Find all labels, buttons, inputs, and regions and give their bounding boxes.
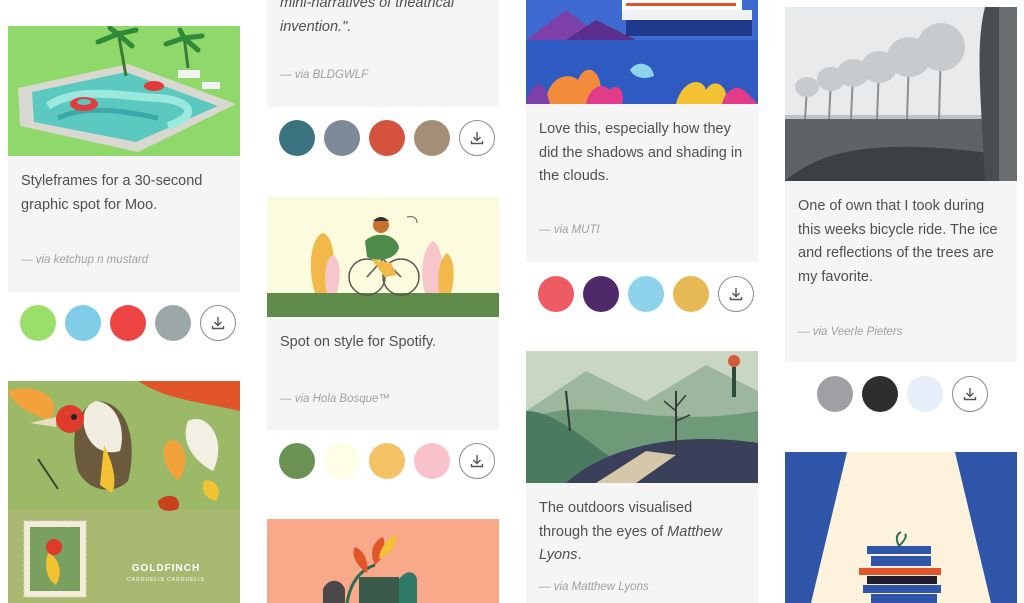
- card-description: Spot on style for Spotify.: [280, 334, 437, 350]
- card-image-books[interactable]: [785, 452, 1017, 603]
- color-swatch[interactable]: [538, 276, 574, 312]
- card-description: The outdoors visualised through the eyes…: [539, 497, 745, 568]
- card-image-goldfinch[interactable]: GOLDFINCH CARDUELIS CARDUELIS: [8, 381, 240, 603]
- card-description: Love this, especially how they did the s…: [539, 121, 743, 184]
- card-description: One of own that I took during this weeks…: [798, 198, 998, 285]
- inspiration-card-outdoors[interactable]: The outdoors visualised through the eyes…: [526, 351, 758, 603]
- goldfinch-subtitle: CARDUELIS CARDUELIS: [127, 577, 205, 583]
- color-swatch[interactable]: [279, 443, 315, 479]
- download-palette-button[interactable]: [718, 276, 754, 312]
- card-image-ship[interactable]: [526, 0, 758, 104]
- color-swatch[interactable]: [324, 443, 360, 479]
- color-swatch[interactable]: [862, 376, 898, 412]
- description-suffix: .: [577, 547, 582, 563]
- download-icon: [470, 132, 484, 145]
- color-swatch[interactable]: [628, 276, 664, 312]
- card-image-plant[interactable]: [267, 519, 499, 603]
- card-source[interactable]: — via MUTI: [539, 224, 600, 236]
- card-body: Styleframes for a 30-second graphic spot…: [8, 156, 240, 292]
- color-palette: [538, 275, 754, 313]
- inspiration-card-goldfinch[interactable]: GOLDFINCH CARDUELIS CARDUELIS: [8, 381, 240, 603]
- inspiration-card-books[interactable]: [785, 452, 1017, 603]
- inspiration-card-pool[interactable]: Styleframes for a 30-second graphic spot…: [8, 26, 240, 292]
- color-swatch[interactable]: [414, 120, 450, 156]
- color-swatch[interactable]: [324, 120, 360, 156]
- card-body: Spot on style for Spotify. — via Hola Bo…: [267, 317, 499, 430]
- card-body: One of own that I took during this weeks…: [785, 181, 1017, 362]
- download-palette-button[interactable]: [200, 305, 236, 341]
- card-source[interactable]: — via Hola Bosque™: [280, 393, 390, 405]
- color-swatch[interactable]: [65, 305, 101, 341]
- color-swatch[interactable]: [110, 305, 146, 341]
- card-description: mini-narratives of theatrical invention.…: [280, 0, 455, 35]
- download-icon: [470, 455, 484, 468]
- card-source[interactable]: — via BLDGWLF: [280, 69, 368, 81]
- download-icon: [729, 288, 743, 301]
- color-swatch[interactable]: [369, 443, 405, 479]
- card-image-landscape[interactable]: [526, 351, 758, 483]
- color-palette: [817, 375, 988, 413]
- color-palette: [20, 304, 236, 342]
- card-source[interactable]: — via ketchup n mustard: [21, 254, 148, 266]
- card-source[interactable]: — via Matthew Lyons: [539, 581, 649, 593]
- inspiration-card-spotify[interactable]: Spot on style for Spotify. — via Hola Bo…: [267, 197, 499, 430]
- inspiration-card-bldgwlf[interactable]: mini-narratives of theatrical invention.…: [267, 0, 499, 107]
- download-icon: [211, 317, 225, 330]
- card-image-winter[interactable]: [785, 7, 1017, 181]
- card-description: Styleframes for a 30-second graphic spot…: [21, 173, 203, 213]
- inspiration-card-plant[interactable]: [267, 519, 499, 603]
- inspiration-card-muti[interactable]: Love this, especially how they did the s…: [526, 0, 758, 262]
- color-swatch[interactable]: [673, 276, 709, 312]
- card-body: Love this, especially how they did the s…: [526, 104, 758, 262]
- card-source[interactable]: — via Veerle Pieters: [798, 326, 902, 338]
- card-body: The outdoors visualised through the eyes…: [526, 483, 758, 603]
- color-palette: [279, 119, 495, 157]
- card-body: mini-narratives of theatrical invention.…: [267, 0, 499, 107]
- download-palette-button[interactable]: [459, 443, 495, 479]
- color-swatch[interactable]: [369, 120, 405, 156]
- card-image-cyclist[interactable]: [267, 197, 499, 317]
- goldfinch-title: GOLDFINCH: [132, 563, 200, 574]
- color-swatch[interactable]: [279, 120, 315, 156]
- color-swatch[interactable]: [817, 376, 853, 412]
- color-palette: [279, 442, 495, 480]
- download-palette-button[interactable]: [459, 120, 495, 156]
- color-swatch[interactable]: [907, 376, 943, 412]
- color-swatch[interactable]: [583, 276, 619, 312]
- inspiration-card-winter[interactable]: One of own that I took during this weeks…: [785, 7, 1017, 362]
- download-icon: [963, 388, 977, 401]
- color-swatch[interactable]: [20, 305, 56, 341]
- color-swatch[interactable]: [155, 305, 191, 341]
- download-palette-button[interactable]: [952, 376, 988, 412]
- card-image-pool[interactable]: [8, 26, 240, 156]
- color-swatch[interactable]: [414, 443, 450, 479]
